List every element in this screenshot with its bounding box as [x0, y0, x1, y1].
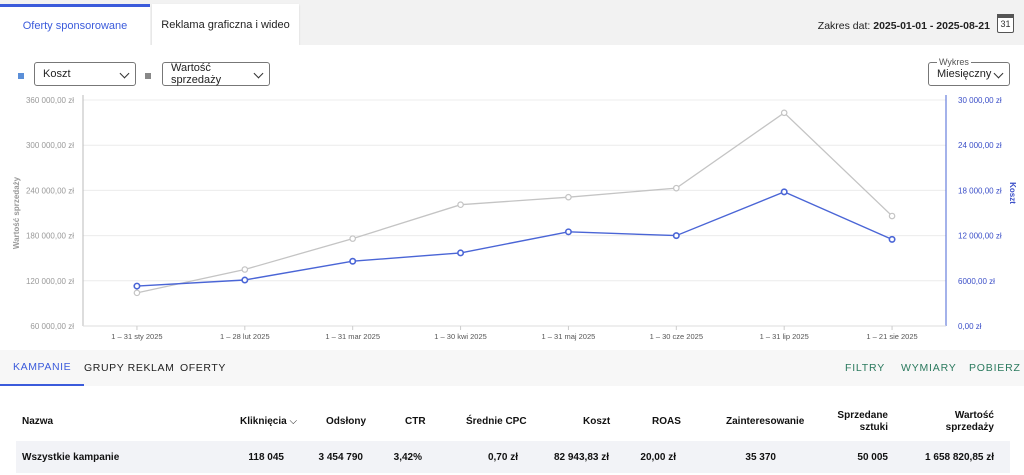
col-cost[interactable]: Koszt [583, 416, 610, 428]
cost-point [457, 249, 465, 257]
bottom-tab-bar: KAMPANIE GRUPY REKLAM OFERTY FILTRY WYMI… [0, 350, 1024, 386]
cost-point [241, 276, 249, 284]
x-tick-label: 1 – 21 sie 2025 [866, 332, 917, 341]
bottom-panel: KAMPANIE GRUPY REKLAM OFERTY FILTRY WYMI… [0, 350, 1024, 475]
col-sold-line1: Sprzedane [837, 410, 888, 421]
cost-point [133, 282, 141, 290]
col-sales-value-line1: Wartość [954, 410, 994, 421]
filters-link[interactable]: FILTRY [845, 350, 885, 386]
row-ctr: 3,42% [393, 452, 422, 463]
sales-value-series-line [136, 111, 893, 294]
right-tick-label: 6000,00 zł [958, 277, 995, 286]
right-axis-title: Koszt [1008, 182, 1017, 204]
row-cpc: 0,70 zł [487, 452, 518, 463]
left-tick-label: 120 000,00 zł [26, 277, 74, 286]
date-range-label: Zakres dat: [817, 20, 871, 32]
left-tick-label: 60 000,00 zł [30, 322, 74, 331]
cost-point [672, 232, 680, 240]
cost-point [888, 235, 896, 243]
tab-offers[interactable]: OFERTY [180, 350, 226, 386]
sales-value-point [133, 289, 141, 297]
row-sold: 50 005 [857, 452, 888, 463]
tab-display-video[interactable]: Reklama graficzna i wideo [152, 4, 299, 45]
col-views[interactable]: Odsłony [326, 416, 366, 428]
cost-point [349, 257, 357, 265]
tab-campaigns[interactable]: KAMPANIE [0, 350, 85, 386]
x-tick-label: 1 – 28 lut 2025 [220, 332, 270, 341]
row-views: 3 454 790 [318, 452, 364, 463]
sales-value-point [241, 266, 249, 273]
dimensions-link[interactable]: WYMIARY [901, 350, 957, 386]
chart-panel: Koszt Wartość sprzedaży Wykres Miesięczn… [0, 45, 1024, 350]
row-cost: 82 943,83 zł [553, 452, 609, 463]
right-tick-label: 0,00 zł [958, 322, 982, 331]
left-tick-label: 360 000,00 zł [26, 96, 74, 105]
line-chart: 60 000,00 zł 120 000,00 zł 180 000,00 zł 24… [12, 95, 1017, 341]
cost-series-line [136, 191, 893, 287]
tab-sponsored-offers[interactable]: Oferty sponsorowane [0, 4, 150, 45]
sales-value-point [780, 109, 788, 117]
left-axis-title: Wartość sprzedaży [12, 176, 21, 249]
left-tick-label: 300 000,00 zł [26, 141, 74, 150]
right-tick-label: 12 000,00 zł [958, 232, 1002, 241]
col-interest[interactable]: Zainteresowanie [726, 416, 804, 428]
date-range: Zakres dat: 2025-01-01 - 2025-08-21 [818, 20, 990, 32]
col-cpc[interactable]: Średnie CPC [466, 416, 527, 428]
col-clicks[interactable]: Kliknięcia ⌵ [240, 416, 297, 428]
x-tick-label: 1 – 31 mar 2025 [325, 332, 380, 341]
sales-value-point [888, 212, 896, 220]
left-tick-label: 180 000,00 zł [26, 232, 74, 241]
sales-value-point [349, 235, 356, 242]
date-range-value: 2025-01-01 - 2025-08-21 [873, 20, 990, 32]
col-roas[interactable]: ROAS [652, 416, 681, 428]
x-tick-label: 1 – 31 maj 2025 [542, 332, 596, 341]
x-tick-label: 1 – 31 lip 2025 [760, 332, 809, 341]
row-roas: 20,00 zł [640, 452, 676, 463]
sales-value-point [673, 184, 680, 192]
sales-value-point [565, 193, 572, 201]
row-name: Wszystkie kampanie [22, 452, 120, 463]
x-tick-label: 1 – 30 cze 2025 [650, 332, 703, 341]
col-name[interactable]: Nazwa [22, 416, 53, 428]
sort-down-icon: ⌵ [289, 416, 298, 427]
x-tick-label: 1 – 30 kwi 2025 [434, 332, 487, 341]
x-tick-label: 1 – 31 sty 2025 [111, 332, 162, 341]
col-ctr[interactable]: CTR [405, 416, 426, 428]
row-interest: 35 370 [745, 452, 776, 463]
right-tick-label: 24 000,00 zł [958, 141, 1002, 150]
row-clicks: 118 045 [248, 452, 284, 463]
col-sales-value-line2: sprzedaży [945, 422, 994, 433]
sales-value-point [457, 201, 464, 209]
right-tick-label: 18 000,00 zł [958, 186, 1002, 195]
left-tick-label: 240 000,00 zł [26, 186, 74, 195]
row-sales-value: 1 658 820,85 zł [925, 452, 994, 463]
cost-point [564, 228, 572, 236]
cost-point [780, 188, 788, 196]
col-sold[interactable]: Sprzedane sztuki [820, 410, 888, 434]
top-bar: Oferty sponsorowane Reklama graficzna i … [0, 0, 1024, 45]
download-link[interactable]: POBIERZ [969, 350, 1021, 386]
col-clicks-label: Kliknięcia [240, 416, 287, 427]
col-sold-line2: sztuki [859, 422, 888, 433]
col-sales-value[interactable]: Wartość sprzedaży [920, 410, 994, 434]
right-tick-label: 30 000,00 zł [958, 96, 1002, 105]
calendar-icon[interactable]: 31 [997, 14, 1014, 33]
tab-ad-groups[interactable]: GRUPY REKLAM [84, 350, 174, 386]
